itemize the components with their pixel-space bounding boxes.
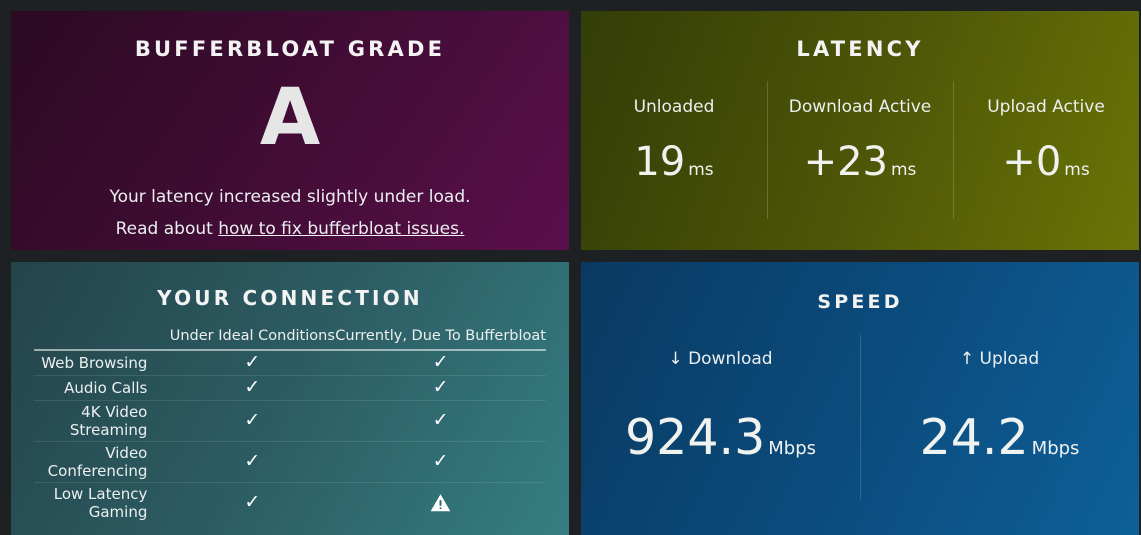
latency-unit-unloaded: ms xyxy=(688,160,714,180)
check-icon: ✓ xyxy=(244,450,261,472)
connection-cell-ideal: ✓ xyxy=(169,375,335,400)
bufferbloat-grade-title: BUFFERBLOAT GRADE xyxy=(134,37,446,61)
connection-cell-current: ✓ xyxy=(335,441,546,482)
connection-cell-current: ✓ xyxy=(335,350,546,375)
connection-cell-ideal: ✓ xyxy=(169,400,335,441)
speed-unit-upload: Mbps xyxy=(1031,438,1080,459)
your-connection-panel: YOUR CONNECTION Under Ideal Conditions C… xyxy=(11,262,569,535)
latency-title: LATENCY xyxy=(796,37,924,61)
latency-unit-download-active: ms xyxy=(891,160,917,180)
speed-columns: ↓ Download 924.3 Mbps ↑ Upload 24.2 Mbps xyxy=(581,335,1139,525)
table-row: Video Conferencing ✓ ✓ xyxy=(34,441,546,482)
speed-label-download: ↓ Download xyxy=(668,349,773,369)
latency-value-upload-active: +0 ms xyxy=(953,139,1139,185)
latency-value-download-active: +23 ms xyxy=(767,139,953,185)
speed-label-upload: ↑ Upload xyxy=(959,349,1040,369)
bufferbloat-read-about: Read about how to fix bufferbloat issues… xyxy=(11,219,569,239)
latency-label-upload-active: Upload Active xyxy=(987,97,1105,117)
check-icon: ✓ xyxy=(244,409,261,431)
connection-row-label: 4K Video Streaming xyxy=(69,402,148,439)
check-icon: ✓ xyxy=(244,376,261,398)
latency-number-upload-active: +0 xyxy=(1002,139,1062,185)
connection-cell-current: ✓ xyxy=(335,400,546,441)
speed-title: SPEED xyxy=(817,291,903,313)
connection-cell-ideal: ✓ xyxy=(169,350,335,375)
latency-label-download-active: Download Active xyxy=(788,97,932,117)
bufferbloat-grade-panel: BUFFERBLOAT GRADE A Your latency increas… xyxy=(11,11,569,250)
connection-header-row: Under Ideal Conditions Currently, Due To… xyxy=(34,328,546,350)
table-row: Audio Calls ✓ ✓ xyxy=(34,375,546,400)
connection-cell-current xyxy=(335,482,546,523)
latency-panel: LATENCY Unloaded 19 ms Download Active +2… xyxy=(581,11,1139,250)
connection-row-label: Low Latency Gaming xyxy=(53,484,148,521)
connection-header-blank xyxy=(34,328,169,350)
your-connection-title: YOUR CONNECTION xyxy=(157,286,423,310)
latency-column-unloaded: Unloaded 19 ms xyxy=(581,81,767,231)
warning-triangle-icon xyxy=(430,494,451,512)
dashboard-grid: BUFFERBLOAT GRADE A Your latency increas… xyxy=(0,0,1141,535)
table-row: Low Latency Gaming ✓ xyxy=(34,482,546,523)
table-row: Web Browsing ✓ ✓ xyxy=(34,350,546,375)
read-about-prefix: Read about xyxy=(115,219,219,239)
check-icon: ✓ xyxy=(432,376,449,398)
speed-column-upload: ↑ Upload 24.2 Mbps xyxy=(860,335,1139,525)
connection-row-label: Audio Calls xyxy=(64,378,148,397)
connection-table-body: Web Browsing ✓ ✓ Audio Calls ✓ ✓ 4K Video Stre… xyxy=(34,350,546,523)
check-icon: ✓ xyxy=(432,409,449,431)
speed-value-upload: 24.2 Mbps xyxy=(860,409,1139,466)
speed-unit-download: Mbps xyxy=(768,438,817,459)
connection-cell-ideal: ✓ xyxy=(169,441,335,482)
connection-cell-ideal: ✓ xyxy=(169,482,335,523)
latency-number-unloaded: 19 xyxy=(634,139,686,185)
connection-capability-table: Under Ideal Conditions Currently, Due To… xyxy=(34,328,546,523)
speed-number-upload: 24.2 xyxy=(919,409,1029,466)
latency-value-unloaded: 19 ms xyxy=(581,139,767,185)
connection-header-current: Currently, Due To Bufferbloat xyxy=(335,328,546,344)
bufferbloat-grade-letter: A xyxy=(259,73,321,163)
check-icon: ✓ xyxy=(244,491,261,513)
check-icon: ✓ xyxy=(244,351,261,374)
latency-number-download-active: +23 xyxy=(803,139,888,185)
connection-row-label: Video Conferencing xyxy=(47,443,148,480)
check-icon: ✓ xyxy=(432,351,449,374)
connection-cell-current: ✓ xyxy=(335,375,546,400)
latency-unit-upload-active: ms xyxy=(1064,160,1090,180)
latency-label-unloaded: Unloaded xyxy=(633,97,715,117)
latency-column-upload-active: Upload Active +0 ms xyxy=(953,81,1139,231)
latency-column-download-active: Download Active +23 ms xyxy=(767,81,953,231)
speed-value-download: 924.3 Mbps xyxy=(581,409,860,466)
connection-header-ideal: Under Ideal Conditions xyxy=(169,328,335,344)
latency-columns: Unloaded 19 ms Download Active +23 ms Uplo… xyxy=(581,81,1139,231)
speed-panel: SPEED ↓ Download 924.3 Mbps ↑ Upload 24.2… xyxy=(581,262,1139,535)
connection-row-label: Web Browsing xyxy=(41,353,148,372)
connection-table-head: Under Ideal Conditions Currently, Due To… xyxy=(34,328,546,350)
bufferbloat-grade-description: Your latency increased slightly under lo… xyxy=(109,187,471,207)
fix-bufferbloat-link[interactable]: how to fix bufferbloat issues. xyxy=(218,219,464,239)
check-icon: ✓ xyxy=(432,450,449,472)
speed-column-download: ↓ Download 924.3 Mbps xyxy=(581,345,860,525)
table-row: 4K Video Streaming ✓ ✓ xyxy=(34,400,546,441)
speed-number-download: 924.3 xyxy=(624,409,766,466)
